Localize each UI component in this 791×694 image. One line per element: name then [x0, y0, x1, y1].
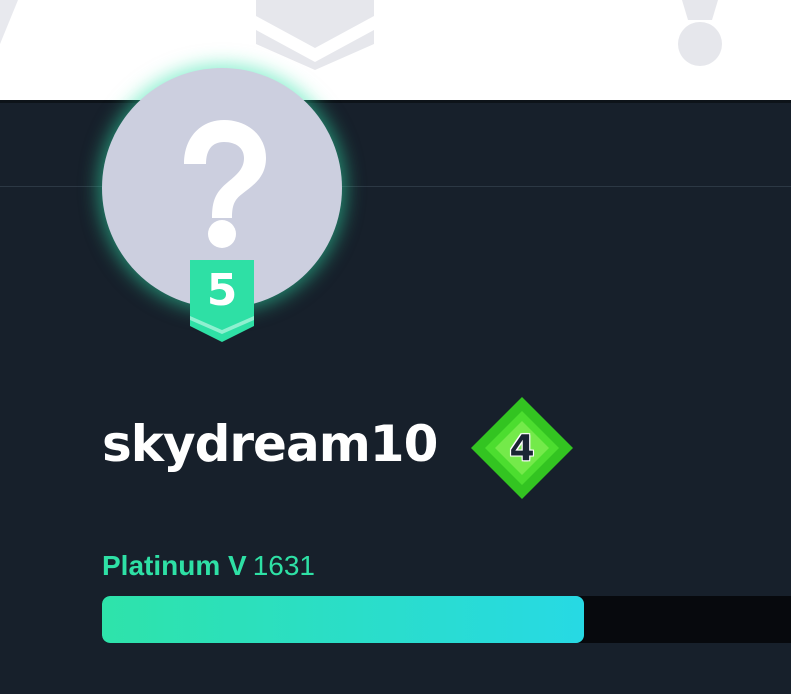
- level-badge-number: 5: [206, 265, 238, 316]
- stack-layers-icon[interactable]: [250, 0, 380, 70]
- profile-page: 5 skydream10 4 Platinum V 1631: [0, 0, 791, 694]
- rank-badge-number: 4: [509, 428, 535, 469]
- progress-track: [102, 596, 791, 643]
- progress-fill: [102, 596, 584, 643]
- username: skydream10: [102, 415, 438, 473]
- tier-name: Platinum V: [102, 550, 247, 581]
- tier-points: 1631: [252, 550, 315, 581]
- tier-line: Platinum V 1631: [102, 549, 315, 583]
- curve-decoration: [0, 0, 18, 44]
- exclamation-icon[interactable]: [672, 0, 728, 70]
